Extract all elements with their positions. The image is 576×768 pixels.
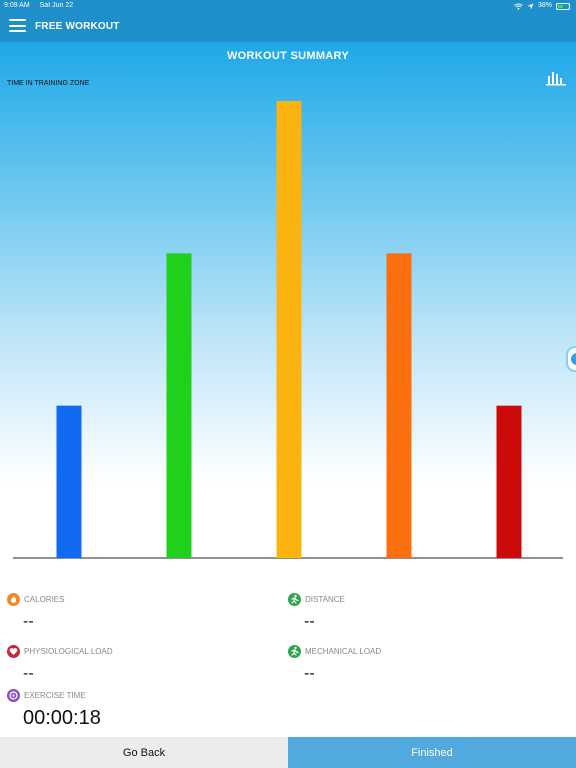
calories-value: -- xyxy=(23,613,34,630)
battery-icon xyxy=(556,2,570,10)
physiological-load-value: -- xyxy=(23,665,34,682)
mechanical-load-label: MECHANICAL LOAD xyxy=(305,647,382,656)
nav-title: FREE WORKOUT xyxy=(35,21,120,32)
finished-button[interactable]: Finished xyxy=(288,737,576,768)
distance-label: DISTANCE xyxy=(305,595,345,604)
chart-bar xyxy=(56,405,82,558)
target-icon xyxy=(7,689,20,702)
chart-bar xyxy=(386,253,412,559)
workout-summary-panel: WORKOUT SUMMARY TIME IN TRAINING ZONE 00… xyxy=(0,42,576,562)
x-tick-label: 00:10 xyxy=(169,561,190,562)
status-date: Sat Jun 22 xyxy=(39,2,74,9)
x-tick-label: 00:05 xyxy=(59,561,80,562)
runner-icon xyxy=(288,593,301,606)
physiological-load-label: PHYSIOLOGICAL LOAD xyxy=(24,647,113,656)
side-drawer-handle[interactable]: ‹ xyxy=(566,346,576,372)
status-bar: 9:09 AM Sat Jun 22 38% xyxy=(0,0,576,12)
chart-bar xyxy=(496,405,522,558)
heart-icon xyxy=(7,645,20,658)
status-time: 9:09 AM xyxy=(4,2,30,9)
chart-bar xyxy=(276,101,302,558)
x-tick-label: 00:10 xyxy=(389,561,410,562)
location-icon xyxy=(527,3,534,9)
go-back-button[interactable]: Go Back xyxy=(0,737,288,768)
calories-label: CALORIES xyxy=(24,595,65,604)
runner-icon xyxy=(288,645,301,658)
mechanical-load-value: -- xyxy=(304,665,315,682)
wifi-icon xyxy=(514,2,523,10)
training-zone-chart: 00:05 00:10 00:15 00:10 00:05 xyxy=(13,101,563,562)
chevron-left-icon: ‹ xyxy=(571,353,576,365)
menu-icon[interactable] xyxy=(9,19,26,33)
x-tick-label: 00:15 xyxy=(279,561,300,562)
battery-percent: 38% xyxy=(537,2,552,9)
flame-icon xyxy=(7,593,20,606)
exercise-time-label: EXERCISE TIME xyxy=(24,691,86,700)
chart-bar xyxy=(166,253,192,559)
footer-bar: Go Back Finished xyxy=(0,737,576,768)
distance-value: -- xyxy=(304,613,315,630)
nav-bar: FREE WORKOUT xyxy=(0,12,576,42)
x-tick-label: 00:05 xyxy=(499,561,520,562)
exercise-time-value: 00:00:18 xyxy=(23,707,101,729)
